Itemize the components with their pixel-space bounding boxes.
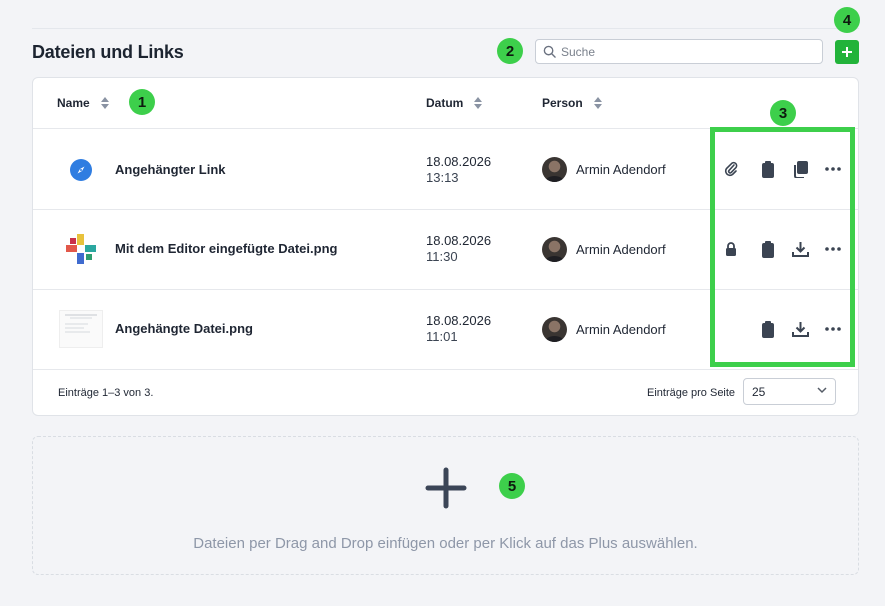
file-name[interactable]: Angehängter Link (115, 162, 226, 177)
compass-icon (70, 159, 92, 181)
time: 13:13 (426, 170, 459, 185)
dropzone-hint: Dateien per Drag and Drop einfügen oder … (193, 535, 698, 552)
chevron-down-icon (817, 387, 827, 394)
callout-badge-2: 2 (497, 38, 523, 64)
time: 11:30 (426, 249, 458, 264)
date-cell: 18.08.2026 11:01 (426, 313, 491, 345)
person-cell: Armin Adendorf (542, 237, 666, 262)
upload-dropzone[interactable]: Dateien per Drag and Drop einfügen oder … (32, 436, 859, 575)
date: 18.08.2026 (426, 313, 492, 328)
column-label: Datum (426, 96, 464, 110)
callout-badge-1: 1 (129, 89, 155, 115)
callout-badge-3: 3 (770, 100, 796, 126)
time: 11:01 (426, 329, 458, 344)
plus-icon (842, 47, 852, 57)
section-divider (32, 28, 859, 29)
column-label: Person (542, 96, 583, 110)
row-divider (33, 369, 858, 370)
callout-badge-4: 4 (834, 7, 860, 33)
date-cell: 18.08.2026 11:30 (426, 233, 491, 265)
avatar (542, 317, 567, 342)
per-page-value: 25 (752, 384, 766, 399)
date: 18.08.2026 (426, 233, 492, 248)
date: 18.08.2026 (426, 154, 492, 169)
sort-icon (593, 97, 602, 109)
image-thumbnail (66, 234, 96, 264)
callout-badge-5: 5 (499, 473, 525, 499)
date-cell: 18.08.2026 13:13 (426, 154, 491, 186)
person-name: Armin Adendorf (576, 162, 666, 177)
add-button[interactable] (835, 40, 859, 64)
avatar (542, 157, 567, 182)
pagination-info: Einträge 1–3 von 3. (58, 387, 154, 399)
sort-icon (474, 97, 483, 109)
person-cell: Armin Adendorf (542, 157, 666, 182)
plus-icon[interactable] (425, 467, 467, 509)
person-name: Armin Adendorf (576, 322, 666, 337)
per-page-label: Einträge pro Seite (647, 387, 736, 399)
column-header-person[interactable]: Person (542, 96, 603, 110)
per-page-select[interactable]: 25 (743, 378, 836, 405)
column-header-name[interactable]: Name (57, 96, 110, 110)
file-name[interactable]: Mit dem Editor eingefügte Datei.png (115, 241, 337, 256)
column-label: Name (57, 96, 90, 110)
search-box[interactable] (535, 39, 823, 64)
actions-highlight-box (710, 127, 855, 367)
search-input[interactable] (561, 44, 801, 59)
avatar (542, 237, 567, 262)
file-name[interactable]: Angehängte Datei.png (115, 321, 253, 336)
column-header-date[interactable]: Datum (426, 96, 483, 110)
person-cell: Armin Adendorf (542, 317, 666, 342)
document-thumbnail (59, 310, 103, 348)
page-title: Dateien und Links (32, 42, 184, 62)
sort-icon (100, 97, 109, 109)
person-name: Armin Adendorf (576, 242, 666, 257)
search-icon (543, 45, 556, 58)
